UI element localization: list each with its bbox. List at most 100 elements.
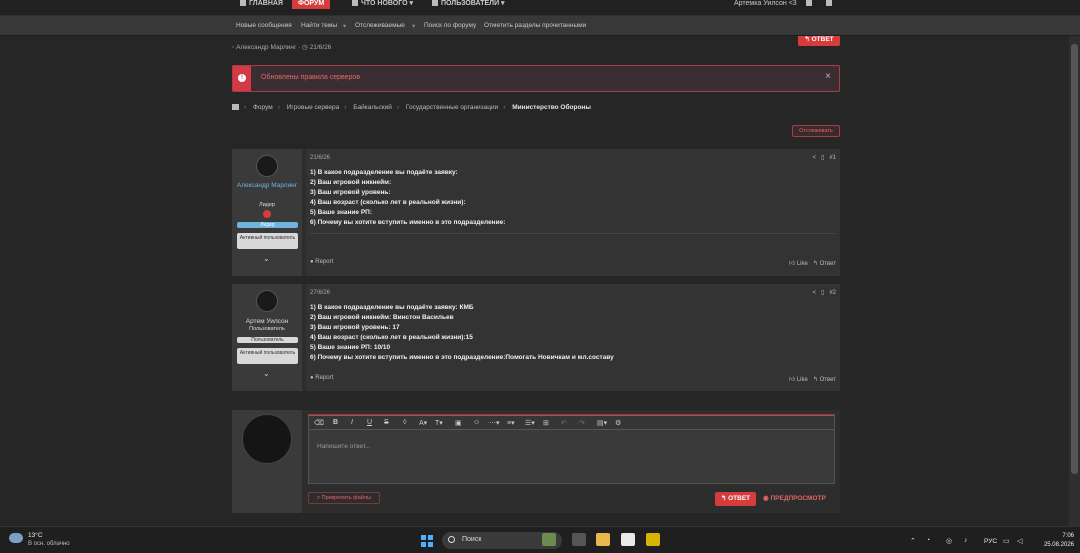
tray-app-icon[interactable]: ◔ xyxy=(926,537,930,544)
tray-app-icon[interactable]: ◎ xyxy=(946,537,952,545)
chevron-down-icon[interactable]: ▾ xyxy=(343,22,346,30)
nav-tab-home[interactable]: ГЛАВНАЯ xyxy=(240,0,283,9)
share-icon[interactable]: < xyxy=(812,155,816,161)
document-app-icon[interactable] xyxy=(621,533,635,546)
post-username[interactable]: Александр Марлинг xyxy=(232,182,302,190)
post: Артем Уилсон Пользователь Пользователь А… xyxy=(232,284,840,391)
underline-icon[interactable]: U xyxy=(367,419,372,426)
reply-input[interactable]: Напишите ответ... xyxy=(317,443,371,450)
eraser-icon[interactable]: ⌫ xyxy=(314,419,324,427)
language-indicator[interactable]: РУС xyxy=(984,538,997,545)
breadcrumb-game-servers[interactable]: Игровые сервера xyxy=(287,104,340,111)
windows-taskbar: 13°C В осн. облачно Поиск ⌃ ◔ ◎ ♪ РУС ▭ … xyxy=(0,526,1080,553)
chevron-down-icon[interactable]: ⌄ xyxy=(263,369,270,378)
thread-title xyxy=(232,36,492,38)
quote-reply-button[interactable]: ↰ Ответ xyxy=(813,377,836,383)
divider xyxy=(310,233,836,234)
breadcrumb-server[interactable]: Байкальский xyxy=(353,104,392,111)
user-banner-user: Пользователь xyxy=(237,337,298,343)
align-icon[interactable]: ≡▾ xyxy=(507,419,515,427)
editor-toolbar: ⌫ B I U S ◊ A▾ T▾ ▣ ☺ ⋯▾ ≡▾ ☰▾ ⊞ ↶ ↷ ▤▾ … xyxy=(309,415,834,430)
text-size-icon[interactable]: T▾ xyxy=(435,419,443,427)
breadcrumb-gov-orgs[interactable]: Государственные организации xyxy=(406,104,498,111)
top-reply-button[interactable]: ↰ ОТВЕТ xyxy=(798,36,840,46)
draft-icon[interactable]: ▤▾ xyxy=(597,419,607,427)
weather-condition[interactable]: В осн. облачно xyxy=(28,541,70,547)
like-button[interactable]: 👍︎ Like xyxy=(789,377,808,383)
list-icon[interactable]: ☰▾ xyxy=(525,419,535,427)
scrollbar-thumb[interactable] xyxy=(1071,44,1078,474)
nav-tab-users[interactable]: ПОЛЬЗОВАТЕЛИ ▾ xyxy=(432,0,505,9)
undo-icon[interactable]: ↶ xyxy=(561,419,567,427)
report-link[interactable]: ● Report xyxy=(310,375,333,381)
post-date[interactable]: 27/6/26 xyxy=(310,290,330,296)
attach-files-button[interactable]: ⌕ Прикрепить файлы xyxy=(308,492,380,504)
file-explorer-icon[interactable] xyxy=(596,533,610,546)
bookmark-icon[interactable]: ▯ xyxy=(821,290,824,296)
subnav-search-forum[interactable]: Поиск по форуму xyxy=(424,22,476,29)
breadcrumb-forum[interactable]: Форум xyxy=(253,104,273,111)
bold-icon[interactable]: B xyxy=(333,419,338,426)
settings-icon[interactable]: ⚙ xyxy=(615,419,621,427)
subnav-find-threads[interactable]: Найти темы xyxy=(301,22,337,29)
more-icon[interactable]: ⋯▾ xyxy=(489,419,500,427)
user-banner-active: Активный пользователь xyxy=(237,348,298,364)
breadcrumb-current[interactable]: Министерство Обороны xyxy=(512,104,591,111)
table-icon[interactable]: ⊞ xyxy=(543,419,549,427)
notice-text[interactable]: Обновлены правила серверов xyxy=(261,74,360,81)
bookmark-icon[interactable]: ▯ xyxy=(821,155,824,161)
post-date[interactable]: 21/6/26 xyxy=(310,155,330,161)
post-number[interactable]: #1 xyxy=(829,155,836,161)
weather-temp[interactable]: 13°C xyxy=(28,532,43,539)
emoji-icon[interactable]: ☺ xyxy=(473,419,480,426)
preview-button[interactable]: ◉ ПРЕДПРОСМОТР xyxy=(763,494,826,502)
subnav-watched[interactable]: Отслеживаемые xyxy=(355,22,405,29)
post-number[interactable]: #2 xyxy=(829,290,836,296)
chevron-down-icon[interactable]: ⌄ xyxy=(263,254,270,263)
subnav-new-posts[interactable]: Новые сообщения xyxy=(236,22,292,29)
microphone-icon[interactable]: ♪ xyxy=(964,537,968,544)
post-actions: < ▯ #2 xyxy=(812,289,836,296)
font-icon[interactable]: A▾ xyxy=(419,419,427,427)
avatar[interactable] xyxy=(242,414,292,464)
close-icon[interactable]: × xyxy=(825,71,831,82)
report-link[interactable]: ● Report xyxy=(310,259,333,265)
windows-start-icon[interactable] xyxy=(421,535,433,547)
bell-icon[interactable] xyxy=(826,0,832,6)
color-icon[interactable]: ◊ xyxy=(403,419,406,426)
like-button[interactable]: 👍︎ Like xyxy=(789,261,808,267)
avatar[interactable] xyxy=(256,155,278,177)
home-icon xyxy=(240,0,246,7)
image-icon[interactable]: ▣ xyxy=(455,419,462,427)
page-scrollbar[interactable] xyxy=(1069,36,1080,526)
italic-icon[interactable]: I xyxy=(351,419,353,426)
thread-author[interactable]: Александр Марлинг xyxy=(236,44,296,51)
search-highlight-icon[interactable] xyxy=(542,533,556,546)
home-icon[interactable] xyxy=(232,104,239,111)
share-icon[interactable]: < xyxy=(812,290,816,296)
task-view-icon[interactable] xyxy=(572,533,586,546)
clock[interactable]: 7:06 25.08.2026 xyxy=(1030,532,1074,550)
chevron-down-icon[interactable]: ▾ xyxy=(412,22,415,30)
account-user-link[interactable]: Артемка Уилсон <3 xyxy=(734,0,797,9)
app-icon[interactable] xyxy=(646,533,660,546)
avatar[interactable] xyxy=(256,290,278,312)
mail-icon[interactable] xyxy=(806,0,812,6)
weather-icon[interactable] xyxy=(9,533,23,543)
post-user-panel: Артем Уилсон Пользователь Пользователь А… xyxy=(232,284,302,391)
quote-reply-button[interactable]: ↰ Ответ xyxy=(813,261,836,267)
post-username[interactable]: Артем Уилсон xyxy=(232,318,302,326)
user-title: Пользователь xyxy=(249,326,285,332)
volume-icon[interactable]: ◁ xyxy=(1017,537,1022,545)
strike-icon[interactable]: S xyxy=(384,419,389,426)
chevron-up-icon[interactable]: ⌃ xyxy=(910,537,916,545)
nav-tab-forum[interactable]: ФОРУМ xyxy=(292,0,331,9)
watch-button[interactable]: Отслеживать xyxy=(792,125,840,137)
send-reply-button[interactable]: ↰ ОТВЕТ xyxy=(715,492,756,506)
subnav-mark-read[interactable]: Отметить разделы прочитанными xyxy=(484,22,586,29)
notice-banner: ! Обновлены правила серверов × xyxy=(232,65,840,92)
nav-tab-whats-new[interactable]: ЧТО НОВОГО ▾ xyxy=(352,0,413,9)
redo-icon[interactable]: ↷ xyxy=(579,419,585,427)
network-icon[interactable]: ▭ xyxy=(1003,537,1010,545)
search-icon xyxy=(448,536,455,543)
